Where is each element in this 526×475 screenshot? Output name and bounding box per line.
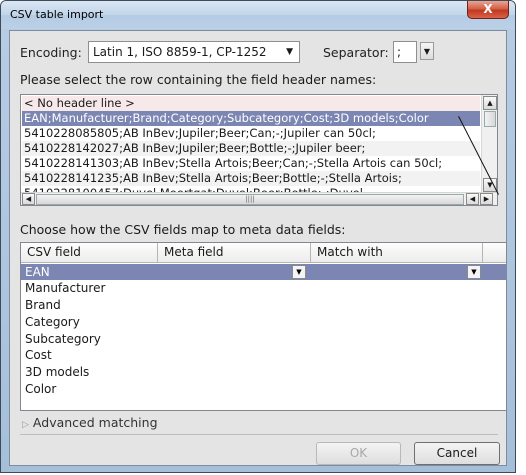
csv-field-cell: EAN (25, 265, 50, 279)
separator-value: ; (397, 45, 402, 59)
ok-button[interactable]: OK (316, 442, 401, 465)
scroll-up-icon[interactable]: ▲ (483, 96, 497, 110)
table-row-selected[interactable]: EAN ▼ ▼ (21, 264, 506, 280)
table-row[interactable]: Cost (21, 347, 506, 363)
scroll-right-icon[interactable]: ▶ (480, 193, 493, 205)
advanced-matching-label: Advanced matching (32, 415, 158, 430)
scroll-thumb[interactable]: |||| (36, 194, 464, 205)
separator-dropdown[interactable]: ; (393, 41, 417, 63)
scroll-left-icon[interactable]: ◀ (22, 193, 35, 205)
horizontal-scrollbar[interactable]: ◀ |||| ◀ ▶ (21, 192, 497, 205)
chevron-down-icon: ▼ (423, 47, 431, 56)
grip-icon: |||| (245, 195, 255, 203)
dialog-body: Encoding: Latin 1, ISO 8859-1, CP-1252 ▼… (9, 30, 507, 466)
close-button[interactable]: X (467, 1, 509, 19)
separator-label: Separator: (323, 45, 389, 60)
list-item[interactable]: 5410228142027;AB InBev;Jupiler;Beer;Bott… (22, 141, 480, 156)
separator-dropdown-button[interactable]: ▼ (420, 42, 434, 60)
scroll-left-icon[interactable]: ◀ (466, 193, 479, 205)
column-header-csv-field[interactable]: CSV field (21, 243, 158, 263)
scroll-thumb[interactable] (484, 111, 496, 127)
cancel-button[interactable]: Cancel (414, 442, 500, 465)
triangle-right-icon: ▷ (22, 420, 29, 430)
field-mapping-table: CSV field Meta field Match with EAN ▼ ▼ … (20, 242, 507, 411)
table-row[interactable]: Manufacturer (21, 280, 506, 296)
header-select-prompt: Please select the row containing the fie… (20, 72, 377, 87)
list-item[interactable]: 5410228141235;AB InBev;Stella Artois;Bee… (22, 171, 480, 186)
list-item[interactable]: < No header line > (22, 96, 480, 111)
match-with-dropdown[interactable]: ▼ (467, 265, 481, 279)
window-title: CSV table import (10, 8, 104, 21)
meta-field-dropdown[interactable]: ▼ (292, 265, 306, 279)
mapping-prompt: Choose how the CSV fields map to meta da… (20, 222, 346, 237)
column-header-meta-field[interactable]: Meta field (158, 243, 311, 263)
advanced-matching-toggle[interactable]: ▷ Advanced matching (22, 415, 158, 430)
table-row[interactable]: Brand (21, 297, 506, 313)
list-item[interactable]: 5410228085805;AB InBev;Jupiler;Beer;Can;… (22, 126, 480, 141)
divider (20, 434, 498, 435)
column-header-match-with[interactable]: Match with (311, 243, 483, 263)
encoding-label: Encoding: (20, 45, 82, 60)
table-row[interactable]: Color (21, 381, 506, 397)
table-row[interactable]: Subcategory (21, 331, 506, 347)
chevron-down-icon: ▼ (286, 47, 293, 57)
list-item-selected[interactable]: EAN;Manufacturer;Brand;Category;Subcateg… (22, 111, 480, 126)
encoding-value: Latin 1, ISO 8859-1, CP-1252 (93, 45, 267, 59)
table-row[interactable]: 3D models (21, 364, 506, 380)
header-row-list[interactable]: < No header line > EAN;Manufacturer;Bran… (20, 94, 498, 206)
encoding-dropdown[interactable]: Latin 1, ISO 8859-1, CP-1252 ▼ (88, 41, 300, 63)
table-row[interactable]: Category (21, 314, 506, 330)
title-bar[interactable]: CSV table import X (1, 1, 515, 29)
column-header-extra (483, 243, 506, 263)
list-item[interactable]: 5410228141303;AB InBev;Stella Artois;Bee… (22, 156, 480, 171)
dialog-window: CSV table import X Encoding: Latin 1, IS… (0, 0, 516, 473)
